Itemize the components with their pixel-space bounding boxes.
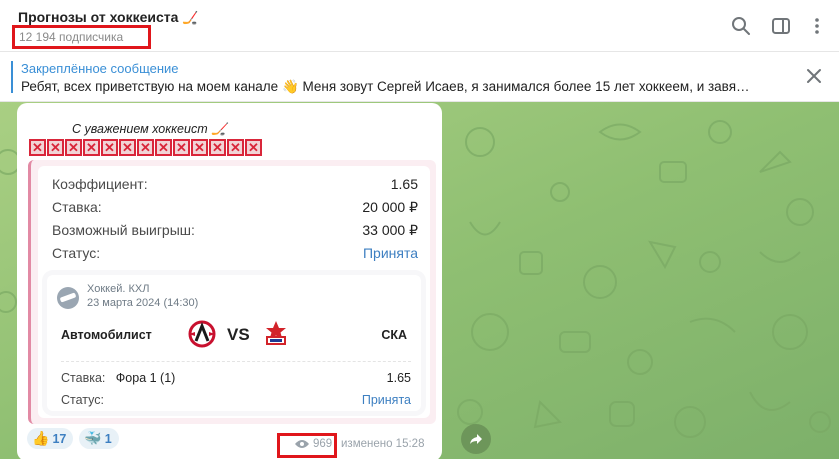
coef-label: Коэффициент:: [52, 176, 148, 192]
avtomobilist-logo-icon: [188, 320, 216, 348]
versus-label: VS: [227, 325, 250, 344]
reaction-count: 17: [52, 431, 67, 446]
x-mark-icon: ✕: [101, 139, 118, 156]
bet-slip-inner: Коэффициент: 1.65 Ставка: 20 000 ₽ Возмо…: [38, 166, 430, 418]
chat-header: Прогнозы от хоккеиста 🏒 12 194 подписчика: [0, 0, 839, 52]
search-icon[interactable]: [729, 14, 753, 38]
sidebar-toggle-icon[interactable]: [769, 14, 793, 38]
match-status-row: Статус: Принята: [61, 393, 411, 407]
channel-title-text: Прогнозы от хоккеиста: [18, 9, 179, 25]
whale-icon: 🐳: [84, 430, 102, 446]
reaction-thumbs-up[interactable]: 👍 17: [27, 428, 74, 449]
stake-value: 20 000 ₽: [362, 199, 418, 215]
x-mark-icon: ✕: [155, 139, 172, 156]
bet-slip-card: Коэффициент: 1.65 Ставка: 20 000 ₽ Возмо…: [28, 160, 436, 424]
bet-status-row: Статус: Принята: [52, 245, 418, 261]
match-stake-group: Ставка: Фора 1 (1): [61, 371, 175, 385]
hockey-stick-icon: 🏒: [182, 10, 199, 25]
close-icon[interactable]: [805, 67, 823, 85]
status-value: Принята: [362, 245, 418, 261]
x-mark-icon: ✕: [191, 139, 208, 156]
thumbs-up-icon: 👍: [32, 430, 50, 446]
match-stake-value: Фора 1 (1): [115, 371, 176, 385]
ska-logo-icon: [266, 321, 286, 345]
channel-title[interactable]: Прогнозы от хоккеиста 🏒: [18, 9, 199, 26]
match-date: 23 марта 2024 (14:30): [87, 297, 199, 309]
match-stake-row: Ставка: Фора 1 (1) 1.65: [61, 371, 411, 385]
match-stake-label: Ставка:: [61, 371, 106, 385]
coef-value: 1.65: [390, 176, 418, 192]
share-button[interactable]: [461, 424, 491, 454]
x-marks-row: ✕ ✕ ✕ ✕ ✕ ✕ ✕ ✕ ✕ ✕ ✕ ✕ ✕: [29, 139, 262, 156]
view-counter: 969: [294, 438, 332, 450]
signature: С уважением хоккеист 🏒: [72, 122, 227, 137]
divider: [61, 361, 411, 362]
stake-label: Ставка:: [52, 199, 102, 215]
bet-coef-row: Коэффициент: 1.65: [52, 176, 418, 192]
more-options-icon[interactable]: [805, 14, 829, 38]
hockey-puck-icon: [57, 287, 79, 309]
views-count: 969: [313, 438, 333, 450]
league-name: Хоккей. КХЛ: [87, 283, 150, 295]
win-value: 33 000 ₽: [362, 222, 418, 238]
reaction-whale[interactable]: 🐳 1: [79, 428, 119, 449]
x-mark-icon: ✕: [137, 139, 154, 156]
subscriber-count: 12 194 подписчика: [19, 30, 124, 44]
forward-icon: [470, 434, 482, 444]
match-status-label: Статус:: [61, 393, 104, 407]
bet-win-row: Возможный выигрыш: 33 000 ₽: [52, 222, 418, 239]
x-mark-icon: ✕: [65, 139, 82, 156]
x-mark-icon: ✕: [47, 139, 64, 156]
pinned-indicator: [11, 61, 13, 93]
bet-stake-row: Ставка: 20 000 ₽: [52, 199, 418, 216]
x-mark-icon: ✕: [245, 139, 262, 156]
reaction-count: 1: [104, 431, 112, 446]
message-bubble: С уважением хоккеист 🏒 ✕ ✕ ✕ ✕ ✕ ✕ ✕ ✕ ✕…: [17, 103, 442, 459]
reactions-row: 👍 17 🐳 1: [27, 428, 119, 449]
team-away: СКА: [381, 328, 407, 342]
pinned-title: Закреплённое сообщение: [21, 61, 179, 76]
eye-icon: [295, 440, 309, 448]
edited-timestamp: изменено 15:28: [341, 438, 425, 450]
win-label: Возможный выигрыш:: [52, 222, 195, 238]
x-mark-icon: ✕: [227, 139, 244, 156]
x-mark-icon: ✕: [119, 139, 136, 156]
x-mark-icon: ✕: [29, 139, 46, 156]
x-mark-icon: ✕: [83, 139, 100, 156]
pinned-text: Ребят, всех приветствую на моем канале 👋…: [21, 79, 750, 94]
x-mark-icon: ✕: [173, 139, 190, 156]
hockey-stick-icon: 🏒: [211, 122, 227, 136]
match-stake-coef: 1.65: [386, 371, 411, 385]
signature-text: С уважением хоккеист: [72, 122, 208, 136]
match-status-value: Принята: [361, 393, 411, 407]
pinned-message-bar[interactable]: Закреплённое сообщение Ребят, всех приве…: [0, 52, 839, 102]
match-card: Хоккей. КХЛ 23 марта 2024 (14:30) Автомо…: [47, 275, 421, 411]
status-label: Статус:: [52, 245, 101, 261]
team-home: Автомобилист: [61, 328, 152, 342]
x-mark-icon: ✕: [209, 139, 226, 156]
